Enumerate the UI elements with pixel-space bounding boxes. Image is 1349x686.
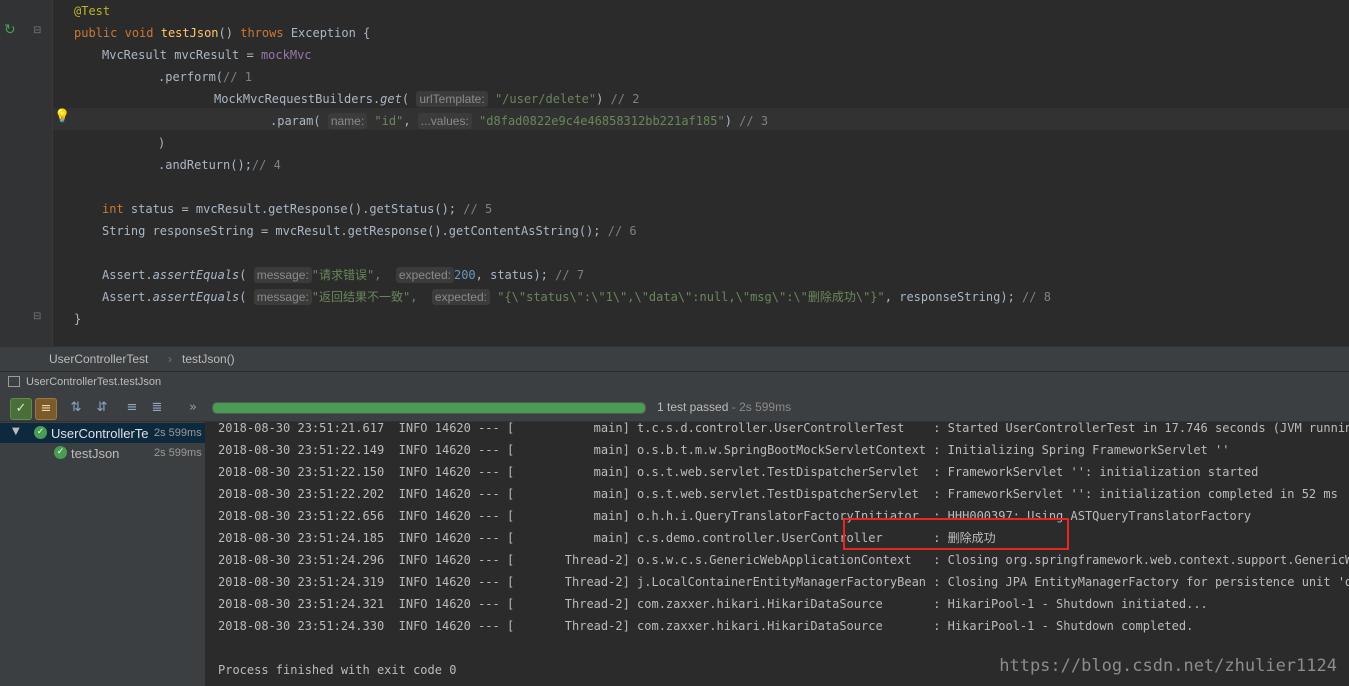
more-icon[interactable]: » (183, 398, 203, 418)
console-line: 2018-08-30 23:51:22.202 INFO 14620 --- [… (218, 487, 1338, 501)
breadcrumb-class[interactable]: UserControllerTest (49, 352, 148, 366)
pass-icon: ✓ (34, 426, 47, 439)
tree-node-label: UserControllerTe (51, 426, 149, 441)
code-line-6: .param( name: "id", ...values: "d8fad082… (270, 113, 769, 129)
console-line: 2018-08-30 23:51:24.296 INFO 14620 --- [… (218, 553, 1349, 567)
code-line-2: public void testJson() throws Exception … (74, 26, 371, 40)
show-ignored-icon[interactable]: ≡ (35, 398, 57, 420)
param-hint: message: (253, 289, 312, 305)
param-hint: ...values: (417, 113, 472, 129)
pass-icon: ✓ (54, 446, 67, 459)
console-line: 2018-08-30 23:51:24.321 INFO 14620 --- [… (218, 597, 1208, 611)
tree-node-root[interactable]: ▼ ✓ UserControllerTe 2s 599ms (0, 423, 205, 443)
run-tab-bar: UserControllerTest.testJson (0, 371, 1349, 394)
console-line: 2018-08-30 23:51:21.617 INFO 14620 --- [… (218, 422, 1349, 435)
breadcrumb-separator-icon: › (168, 352, 172, 366)
test-status-duration: - 2s 599ms (731, 400, 792, 414)
bulb-icon[interactable]: 💡 (54, 109, 70, 124)
code-line-7: ) (158, 136, 166, 150)
code-line-10: int status = mvcResult.getResponse().get… (102, 202, 493, 216)
expand-arrow-icon[interactable]: ▼ (12, 426, 20, 437)
code-line-3: MvcResult mvcResult = mockMvc (102, 48, 312, 62)
console-line: 2018-08-30 23:51:24.319 INFO 14620 --- [… (218, 575, 1349, 589)
console-line: 2018-08-30 23:51:24.330 INFO 14620 --- [… (218, 619, 1194, 633)
test-progress-fill (213, 403, 645, 413)
run-tab-title[interactable]: UserControllerTest.testJson (26, 376, 161, 388)
highlight-box (843, 518, 1069, 550)
show-passed-icon[interactable]: ✓ (10, 398, 32, 420)
param-hint: expected: (395, 267, 454, 283)
code-line-4: .perform(// 1 (158, 70, 252, 84)
code-line-1: @Test (74, 4, 111, 18)
param-hint: message: (253, 267, 312, 283)
console-output[interactable]: 2018-08-30 23:51:21.617 INFO 14620 --- [… (206, 422, 1349, 686)
run-test-icon[interactable]: ↻ (4, 22, 16, 38)
run-config-icon (8, 376, 20, 387)
test-progress-bar (212, 402, 646, 414)
gutter-divider (52, 0, 53, 346)
fold-end-icon[interactable]: ⊟ (33, 311, 41, 322)
console-line: 2018-08-30 23:51:22.656 INFO 14620 --- [… (218, 509, 1252, 523)
tree-node-test[interactable]: ✓ testJson 2s 599ms (0, 443, 205, 463)
collapse-all-icon[interactable]: ≣ (147, 398, 167, 418)
code-line-14: Assert.assertEquals( message: "返回结果不一致", … (102, 289, 1051, 305)
code-line-8: .andReturn();// 4 (158, 158, 281, 172)
console-line: 2018-08-30 23:51:22.150 INFO 14620 --- [… (218, 465, 1259, 479)
code-line-15: } (74, 312, 82, 326)
sort-alpha-icon[interactable]: ⇅ (66, 398, 86, 418)
param-hint: expected: (431, 289, 490, 305)
breadcrumb-method[interactable]: testJson() (182, 352, 235, 366)
param-hint: urlTemplate: (416, 91, 488, 107)
watermark: https://blog.csdn.net/zhulier1124 (999, 656, 1337, 676)
sort-duration-icon[interactable]: ⇵ (92, 398, 112, 418)
code-line-11: String responseString = mvcResult.getRes… (102, 224, 637, 238)
console-line: 2018-08-30 23:51:22.149 INFO 14620 --- [… (218, 443, 1230, 457)
expand-all-icon[interactable]: ≡ (122, 398, 142, 418)
tree-node-time: 2s 599ms (154, 447, 202, 459)
code-line-5: MockMvcRequestBuilders.get( urlTemplate:… (214, 91, 640, 107)
code-editor[interactable]: ↻ ⊟ 💡 ⊟ @Test public void testJson() thr… (0, 0, 1349, 346)
test-status-text: 1 test passed (657, 400, 729, 414)
test-tree[interactable]: ▼ ✓ UserControllerTe 2s 599ms ✓ testJson… (0, 422, 205, 686)
tree-node-label: testJson (71, 446, 120, 461)
tree-node-time: 2s 599ms (154, 427, 202, 439)
breadcrumb: UserControllerTest › testJson() (0, 346, 1349, 371)
console-exit-line: Process finished with exit code 0 (218, 663, 457, 677)
fold-icon[interactable]: ⊟ (33, 25, 41, 36)
param-hint: name: (327, 113, 368, 129)
test-status: 1 test passed - 2s 599ms (657, 400, 791, 414)
code-line-13: Assert.assertEquals( message: "请求错误", exp… (102, 267, 585, 283)
editor-gutter (0, 0, 52, 346)
test-toolbar: ✓ ≡ ⇅ ⇵ ≡ ≣ » 1 test passed - 2s 599ms (0, 394, 1349, 422)
